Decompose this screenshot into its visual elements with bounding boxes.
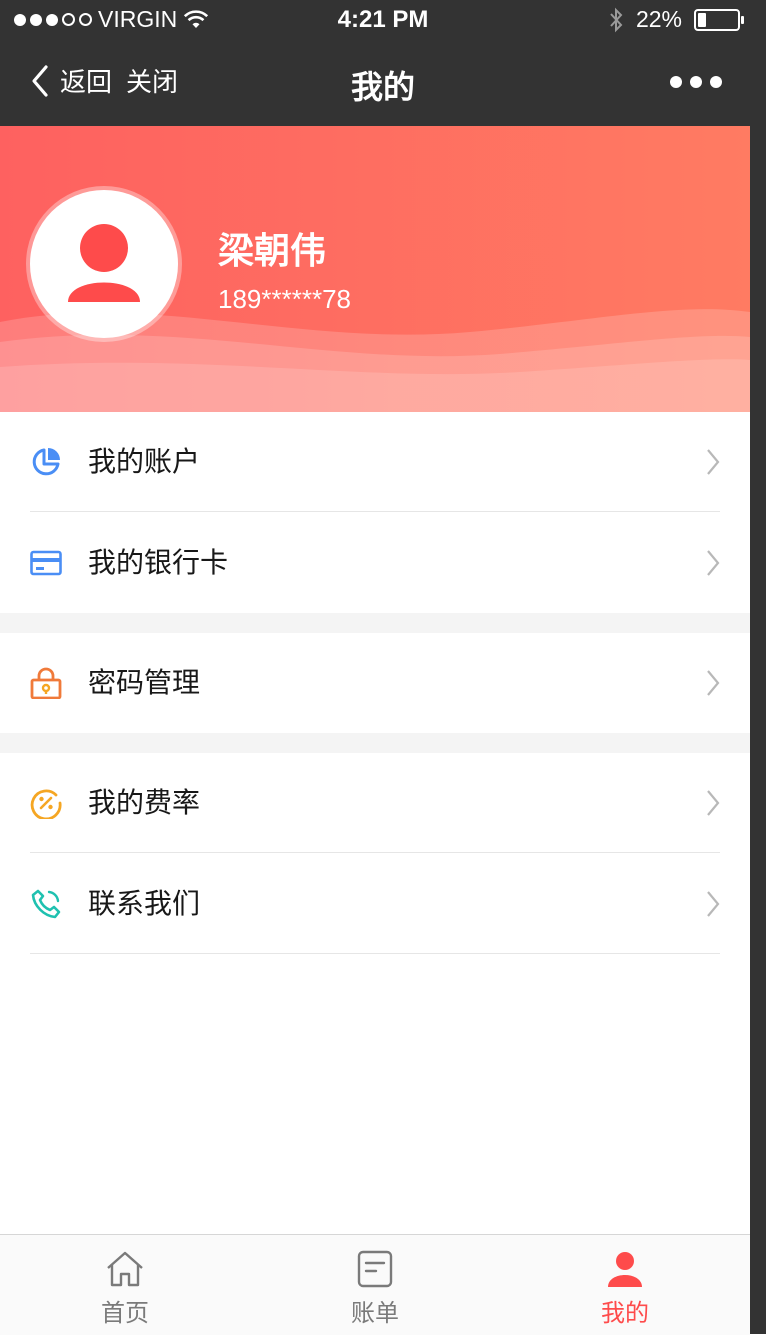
battery-icon (694, 8, 744, 31)
user-phone: 189******78 (218, 284, 352, 314)
tab-label: 账单 (351, 1299, 399, 1327)
more-dot-icon (670, 76, 682, 88)
rate-percent-icon (30, 789, 62, 819)
section-gap (0, 613, 750, 633)
chevron-right-icon (707, 670, 720, 696)
tab-label: 我的 (601, 1299, 649, 1327)
user-icon (608, 1252, 642, 1287)
tab-bills[interactable]: 账单 (250, 1235, 500, 1335)
menu-item-contact[interactable]: 联系我们 (0, 854, 750, 954)
chevron-right-icon (707, 550, 720, 576)
menu-item-label: 密码管理 (88, 666, 201, 699)
menu-item-bank-card[interactable]: 我的银行卡 (0, 513, 750, 613)
more-dot-icon (710, 76, 722, 88)
profile-header: 梁朝伟 189******78 (0, 126, 750, 412)
navigation-bar: 返回 关闭 我的 (0, 40, 766, 126)
menu-item-rate[interactable]: 我的费率 (0, 753, 750, 853)
menu-item-label: 我的账户 (88, 445, 201, 478)
pie-chart-icon (32, 448, 60, 476)
lock-icon (30, 667, 62, 699)
bank-card-icon (30, 550, 62, 576)
divider (30, 511, 720, 512)
user-silhouette-icon (68, 224, 140, 302)
tab-mine[interactable]: 我的 (500, 1235, 750, 1335)
home-icon (107, 1251, 143, 1287)
menu-item-account[interactable]: 我的账户 (0, 412, 750, 512)
phone-icon (31, 889, 61, 919)
menu-item-label: 我的银行卡 (88, 546, 229, 579)
chevron-right-icon (707, 790, 720, 816)
bluetooth-icon (610, 7, 623, 32)
scrollbar[interactable] (750, 126, 766, 1334)
tab-bar: 首页 账单 我的 (0, 1234, 750, 1335)
chevron-right-icon (707, 891, 720, 917)
chevron-right-icon (707, 449, 720, 475)
menu-item-label: 联系我们 (88, 887, 201, 920)
bill-icon (357, 1250, 393, 1288)
status-right: 22% (608, 6, 744, 33)
divider (30, 953, 720, 954)
more-dot-icon (690, 76, 702, 88)
menu-item-label: 我的费率 (88, 786, 201, 819)
section-gap (0, 733, 750, 753)
page-title: 我的 (350, 68, 415, 106)
battery-percent: 22% (635, 6, 682, 32)
tab-label: 首页 (101, 1299, 149, 1327)
menu-item-password[interactable]: 密码管理 (0, 633, 750, 733)
avatar[interactable] (30, 190, 178, 338)
user-name: 梁朝伟 (218, 231, 327, 272)
tab-home[interactable]: 首页 (0, 1235, 250, 1335)
divider (30, 852, 720, 853)
more-options-button[interactable] (670, 76, 722, 88)
status-bar: VIRGIN 4:21 PM 22% (0, 0, 766, 40)
